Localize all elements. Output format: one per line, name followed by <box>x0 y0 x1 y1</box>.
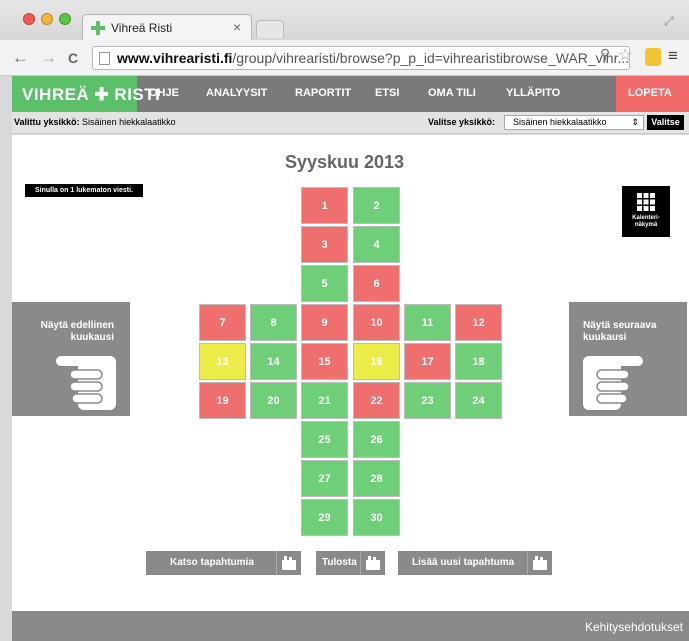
address-bar[interactable]: www.vihrearisti.fi/group/vihrearisti/bro… <box>92 46 630 70</box>
day-cell[interactable]: 20 <box>250 382 297 419</box>
maximize-window-button[interactable] <box>59 13 71 25</box>
hand-icon <box>527 551 552 575</box>
url-path: /group/vihrearisti/browse?p_p_id=vihrear… <box>232 50 630 66</box>
unread-message-notice[interactable]: Sinulla on 1 lukematon viesti. <box>25 184 143 197</box>
day-cell[interactable]: 3 <box>301 226 348 263</box>
grid-icon <box>637 193 655 211</box>
unit-select[interactable]: Sisäinen hiekkalaatikko ⇕ <box>504 115 644 130</box>
view-events-label: Katso tapahtumia <box>170 557 254 568</box>
day-cell[interactable]: 11 <box>404 304 451 341</box>
selected-unit-value: Sisäinen hiekkalaatikko <box>82 117 176 127</box>
nav-search[interactable]: ETSI <box>375 87 399 99</box>
month-title: Syyskuu 2013 <box>284 152 405 172</box>
day-cell[interactable]: 29 <box>301 499 348 536</box>
nav-admin[interactable]: YLLÄPITO <box>506 87 560 99</box>
day-cell[interactable]: 9 <box>301 304 348 341</box>
day-cell[interactable]: 12 <box>455 304 502 341</box>
back-button[interactable]: ← <box>12 48 29 68</box>
unit-bar: Valittu yksikkö: Sisäinen hiekkalaatikko… <box>12 112 689 134</box>
day-cell[interactable]: 7 <box>199 304 246 341</box>
hand-pointing-left-icon <box>56 356 116 410</box>
nav-help[interactable]: OHJE <box>149 87 179 99</box>
day-cell[interactable]: 30 <box>353 499 400 536</box>
reload-button[interactable]: C <box>68 50 78 66</box>
hand-icon <box>276 551 301 575</box>
day-cell[interactable]: 13 <box>199 343 246 380</box>
nav-reports[interactable]: RAPORTIT <box>295 87 351 99</box>
nav-analyses[interactable]: ANALYYSIT <box>206 87 267 99</box>
forward-button[interactable]: → <box>40 48 57 68</box>
hand-icon <box>360 551 385 575</box>
day-cell[interactable]: 22 <box>353 382 400 419</box>
minimize-window-button[interactable] <box>41 13 53 25</box>
close-window-button[interactable] <box>23 13 35 25</box>
logout-button[interactable]: LOPETA <box>616 76 689 112</box>
new-tab-button[interactable] <box>256 20 284 38</box>
choose-unit-label: Valitse yksikkö: <box>428 117 496 127</box>
next-month-label: Näytä seuraava kuukausi <box>583 320 657 343</box>
calendar-view-label: Kalenteri- näkymä <box>632 215 660 228</box>
day-cell[interactable]: 25 <box>301 421 348 458</box>
logo[interactable]: VIHREÄ ✚ RISTI <box>12 76 160 112</box>
unit-select-value: Sisäinen hiekkalaatikko <box>513 117 607 127</box>
print-label: Tulosta <box>322 557 357 568</box>
day-cell[interactable]: 14 <box>250 343 297 380</box>
browser-toolbar: ← → C www.vihrearisti.fi/group/vihrearis… <box>0 40 689 76</box>
day-cell[interactable]: 19 <box>199 382 246 419</box>
main-navigation: VIHREÄ ✚ RISTI OHJE ANALYYSIT RAPORTIT E… <box>12 76 689 112</box>
tab-close-icon[interactable]: × <box>233 19 241 35</box>
previous-month-button[interactable]: Näytä edellinen kuukausi <box>12 302 130 416</box>
favicon-cross-icon <box>91 21 105 35</box>
footer: Kehitysehdotukset <box>12 611 689 641</box>
choose-unit-button[interactable]: Valitse <box>647 115 684 130</box>
browser-tab-bar: Vihreä Risti × ⤢ <box>0 0 689 40</box>
day-cell[interactable]: 27 <box>301 460 348 497</box>
previous-month-label: Näytä edellinen kuukausi <box>40 320 114 343</box>
day-cell[interactable]: 5 <box>301 265 348 302</box>
day-cell[interactable]: 18 <box>455 343 502 380</box>
day-cell[interactable]: 10 <box>353 304 400 341</box>
add-event-button[interactable]: Lisää uusi tapahtuma <box>398 551 552 575</box>
hand-pointing-right-icon <box>583 356 643 410</box>
selected-unit-label: Valittu yksikkö: <box>14 117 80 127</box>
menu-icon[interactable]: ≡ <box>668 46 678 66</box>
browser-tab[interactable]: Vihreä Risti × <box>82 14 252 40</box>
nav-my-account[interactable]: OMA TILI <box>428 87 476 99</box>
logo-text: VIHREÄ ✚ RISTI <box>22 85 161 104</box>
selected-unit: Valittu yksikkö: Sisäinen hiekkalaatikko <box>14 117 176 127</box>
tab-title: Vihreä Risti <box>111 21 173 35</box>
search-icon[interactable]: ⚲ <box>600 46 610 63</box>
logout-label: LOPETA <box>628 87 672 99</box>
add-event-label: Lisää uusi tapahtuma <box>412 557 515 568</box>
day-cell[interactable]: 6 <box>353 265 400 302</box>
feedback-link[interactable]: Kehitysehdotukset <box>585 620 683 634</box>
day-cell[interactable]: 17 <box>404 343 451 380</box>
view-events-button[interactable]: Katso tapahtumia <box>146 551 301 575</box>
bookmark-star-icon[interactable]: ☆ <box>618 45 632 65</box>
page-icon <box>99 52 110 65</box>
print-button[interactable]: Tulosta <box>316 551 385 575</box>
fullscreen-icon[interactable]: ⤢ <box>664 14 674 29</box>
day-cell[interactable]: 24 <box>455 382 502 419</box>
day-cell[interactable]: 28 <box>353 460 400 497</box>
day-cell[interactable]: 26 <box>353 421 400 458</box>
day-cell[interactable]: 8 <box>250 304 297 341</box>
extension-icon[interactable] <box>645 48 661 66</box>
day-cell[interactable]: 2 <box>353 187 400 224</box>
day-cell[interactable]: 21 <box>301 382 348 419</box>
select-arrows-icon: ⇕ <box>631 117 639 127</box>
url-text: www.vihrearisti.fi/group/vihrearisti/bro… <box>117 50 629 66</box>
day-cell[interactable]: 23 <box>404 382 451 419</box>
next-month-button[interactable]: Näytä seuraava kuukausi <box>569 302 687 416</box>
day-cell[interactable]: 4 <box>353 226 400 263</box>
day-cell[interactable]: 15 <box>301 343 348 380</box>
day-cell[interactable]: 16 <box>353 343 400 380</box>
day-cell[interactable]: 1 <box>301 187 348 224</box>
calendar-view-button[interactable]: Kalenteri- näkymä <box>622 186 670 237</box>
url-domain: www.vihrearisti.fi <box>117 50 233 66</box>
